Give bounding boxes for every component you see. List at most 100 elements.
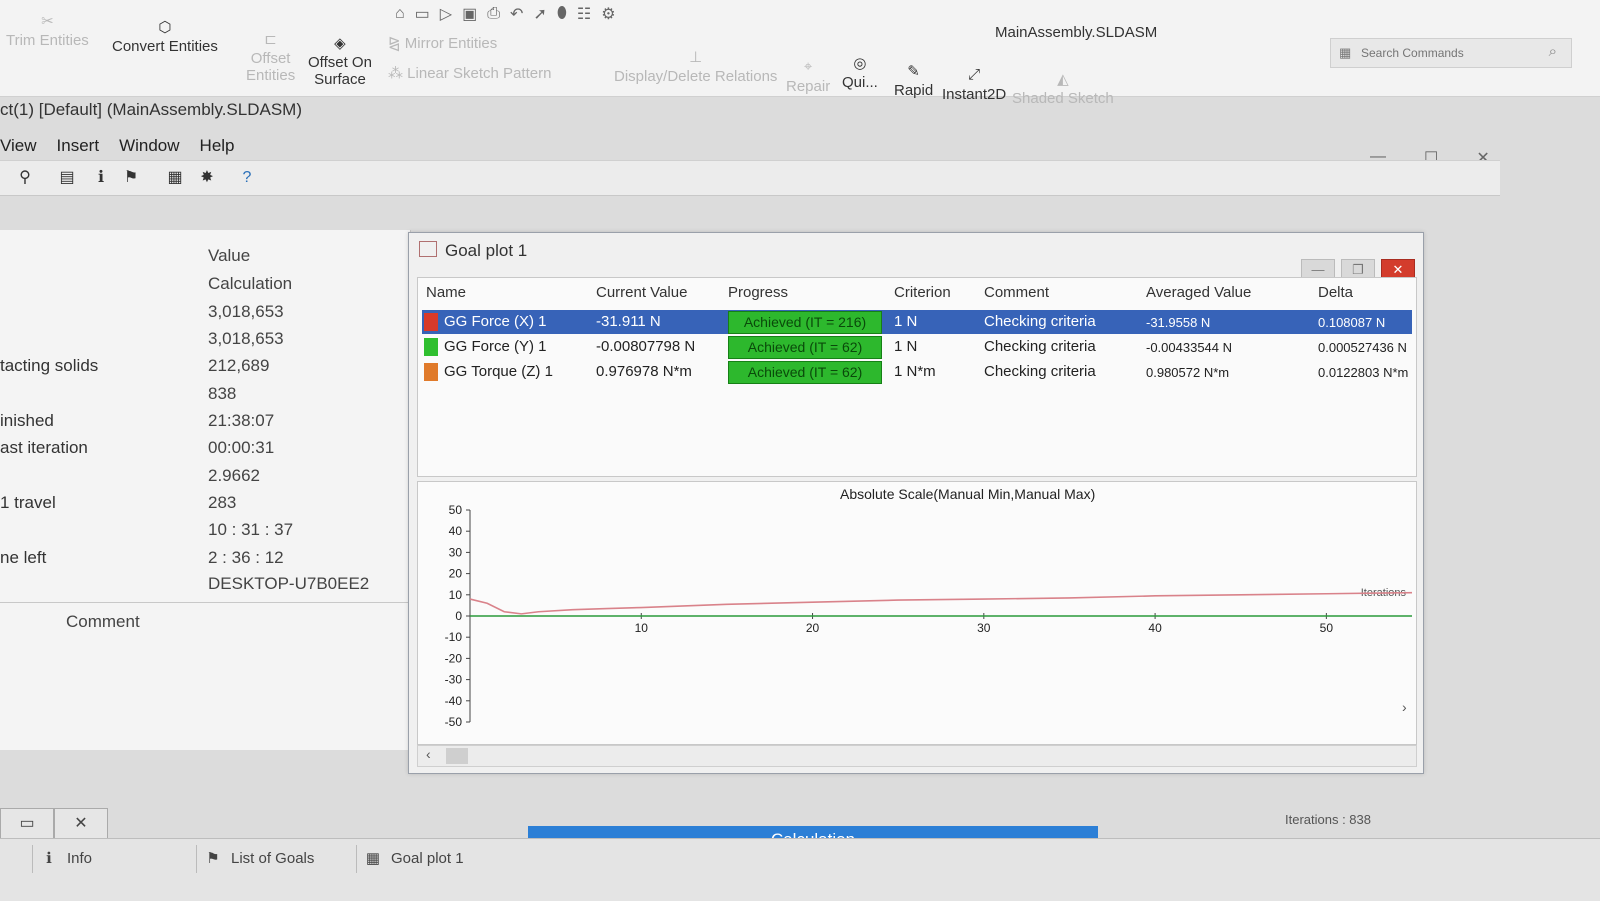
open-icon[interactable]: ▷ [440,4,452,24]
offset-surface-icon: ◈ [334,35,346,52]
col-header-delta[interactable]: Delta [1318,284,1353,301]
select-icon[interactable]: ➚ [533,4,546,24]
display-delete-relations-button[interactable]: ⊥ Display/Delete Relations [614,48,777,85]
instant2d-button[interactable]: ⤢ Instant2D [942,66,1006,103]
menu-window[interactable]: Window [109,132,189,160]
search-commands-input[interactable] [1331,39,1543,67]
x-tick-label: 10 [635,621,649,635]
menu-view[interactable]: View [0,132,47,160]
goal-plot-icon [419,241,437,257]
y-tick-label: -50 [445,715,463,729]
panel-divider [0,602,410,603]
table-row[interactable]: GG Force (Y) 1 -0.00807798 N Achieved (I… [422,335,1412,359]
goal-delta: 0.0122803 N*m [1318,365,1409,380]
table-row[interactable]: GG Torque (Z) 1 0.976978 N*m Achieved (I… [422,360,1412,384]
goal-averaged-value: -31.9558 N [1146,315,1211,330]
offset-on-surface-button[interactable]: ◈ Offset On Surface [308,34,372,88]
col-header-current-value[interactable]: Current Value [596,284,687,301]
goal-name: GG Torque (Z) 1 [444,363,553,380]
home-icon[interactable]: ⌂ [395,5,405,23]
mirror-icon: ⧎ [388,35,405,52]
y-tick-label: 50 [449,503,463,517]
x-tick-label: 40 [1148,621,1162,635]
info-value: 838 [208,384,237,403]
quick-snaps-button[interactable]: ◎ Qui... [842,54,878,91]
convert-entities-button[interactable]: ⬡ Convert Entities [112,18,218,55]
repair-sketch-button[interactable]: ⌖ Repair [786,58,830,95]
new-document-icon[interactable]: ▭ [415,4,430,24]
file-properties-icon[interactable]: ☷ [577,4,591,24]
goal-plot-icon: ▦ [365,850,381,867]
series-color-swatch [424,363,438,381]
search-icon[interactable]: ⌕ [1549,43,1557,60]
traffic-light-icon[interactable]: ⬮ [557,5,567,23]
flow-sim-toolbar: ⚲ ▤ ℹ ⚑ ▦ ✸ ? [0,160,1500,196]
solver-info-panel: Value Calculation 3,018,653 3,018,653 ta… [0,230,411,750]
instant2d-icon: ⤢ [968,66,981,83]
x-tick-label: 50 [1320,621,1334,635]
goal-progress: Achieved (IT = 62) [728,336,882,359]
restore-panel-button[interactable]: ▭ [0,808,54,840]
col-header-progress[interactable]: Progress [728,284,788,301]
document-icon[interactable]: ▤ [56,167,78,189]
x-tick-label: 20 [806,621,820,635]
save-icon[interactable]: ▣ [462,4,477,24]
options-gear-icon[interactable]: ⚙ [601,4,615,24]
goal-plot-chart: Absolute Scale(Manual Min,Manual Max) 50… [417,481,1417,745]
col-header-comment[interactable]: Comment [984,284,1049,301]
info-value: 00:00:31 [208,438,275,457]
snap-icon: ◎ [853,55,867,72]
app-title: MainAssembly.SLDASM [995,24,1158,41]
goal-comment: Checking criteria [984,338,1096,355]
goal-criterion: 1 N [894,338,918,355]
scrollbar-thumb[interactable] [446,748,468,764]
rapid-sketch-button[interactable]: ✎ Rapid [894,62,933,99]
info-icon[interactable]: ℹ [90,167,112,189]
series-color-swatch [424,338,438,356]
y-tick-label: 40 [449,524,463,538]
col-header-criterion[interactable]: Criterion [894,284,951,301]
tab-goal-plot[interactable]: ▦ Goal plot 1 [356,845,464,873]
goals-table: Name Current Value Progress Criterion Co… [417,277,1417,477]
info-value: 3,018,653 [208,329,284,348]
menu-help[interactable]: Help [190,132,245,160]
info-key: 1 travel [0,493,56,512]
linear-sketch-pattern-button[interactable]: ⁂ Linear Sketch Pattern [388,64,551,82]
goals-icon[interactable]: ⚑ [120,167,142,189]
info-value: Calculation [208,274,293,293]
info-value: 2 : 36 : 12 [208,548,284,567]
scroll-left-arrow-icon[interactable]: ‹ [426,746,431,762]
goal-averaged-value: -0.00433544 N [1146,340,1233,355]
star-icon[interactable]: ✸ [196,167,218,189]
goal-current-value: 0.976978 N*m [596,363,692,380]
pin-icon[interactable]: ⚲ [14,167,36,189]
search-commands-box[interactable]: ▦ ⌕ [1330,38,1572,68]
goals-flag-icon: ⚑ [206,850,220,867]
tab-list-of-goals[interactable]: ⚑ List of Goals [196,845,314,873]
menu-insert[interactable]: Insert [47,132,110,160]
undo-icon[interactable]: ↶ [510,4,523,24]
col-header-averaged-value[interactable]: Averaged Value [1146,284,1251,301]
trim-entities-button[interactable]: ✂ Trim Entities [6,12,89,49]
help-icon[interactable]: ? [236,167,258,189]
goal-current-value: -31.911 N [596,313,661,330]
table-row[interactable]: GG Force (X) 1 -31.911 N Achieved (IT = … [422,310,1412,334]
tab-info[interactable]: ℹ Info [32,845,92,873]
info-icon: ℹ [46,850,52,867]
shaded-sketch-contours-button[interactable]: ◭ Shaded Sketch [1012,70,1114,107]
offset-entities-button[interactable]: ⊏ Offset Entities [246,30,295,84]
comment-label: Comment [66,612,140,631]
document-title: ct(1) [Default] (MainAssembly.SLDASM) [0,100,302,119]
goal-plot-icon[interactable]: ▦ [164,167,186,189]
col-header-name[interactable]: Name [426,284,466,301]
goal-criterion: 1 N*m [894,363,936,380]
goal-averaged-value: 0.980572 N*m [1146,365,1230,380]
info-key: ne left [0,548,47,567]
horizontal-scrollbar[interactable]: ‹ [417,745,1417,767]
command-ribbon: ✂ Trim Entities ⬡ Convert Entities ⊏ Off… [0,0,1600,107]
close-panel-button[interactable]: ✕ [54,808,108,840]
goal-comment: Checking criteria [984,313,1096,330]
print-icon[interactable]: ⎙ [487,5,500,23]
scroll-right-arrow-icon: › [1402,699,1407,715]
mirror-entities-button[interactable]: ⧎ Mirror Entities [388,34,497,52]
